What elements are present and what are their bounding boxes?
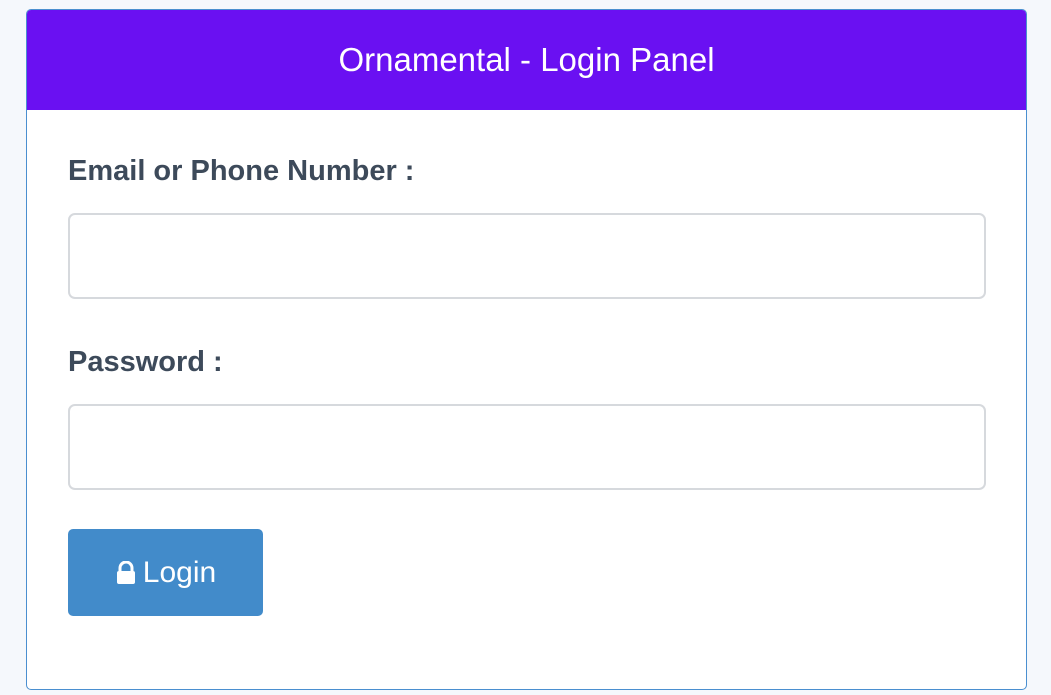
login-button-label: Login — [142, 555, 217, 589]
lock-icon — [115, 560, 137, 585]
login-panel: Ornamental - Login Panel Email or Phone … — [26, 9, 1027, 690]
email-label: Email or Phone Number : — [68, 155, 415, 187]
panel-header: Ornamental - Login Panel — [27, 10, 1026, 110]
password-input[interactable] — [68, 404, 986, 490]
email-or-phone-input[interactable] — [68, 213, 986, 299]
panel-title: Ornamental - Login Panel — [338, 41, 715, 78]
login-button[interactable]: Login — [68, 529, 263, 616]
password-label: Password : — [68, 346, 223, 378]
